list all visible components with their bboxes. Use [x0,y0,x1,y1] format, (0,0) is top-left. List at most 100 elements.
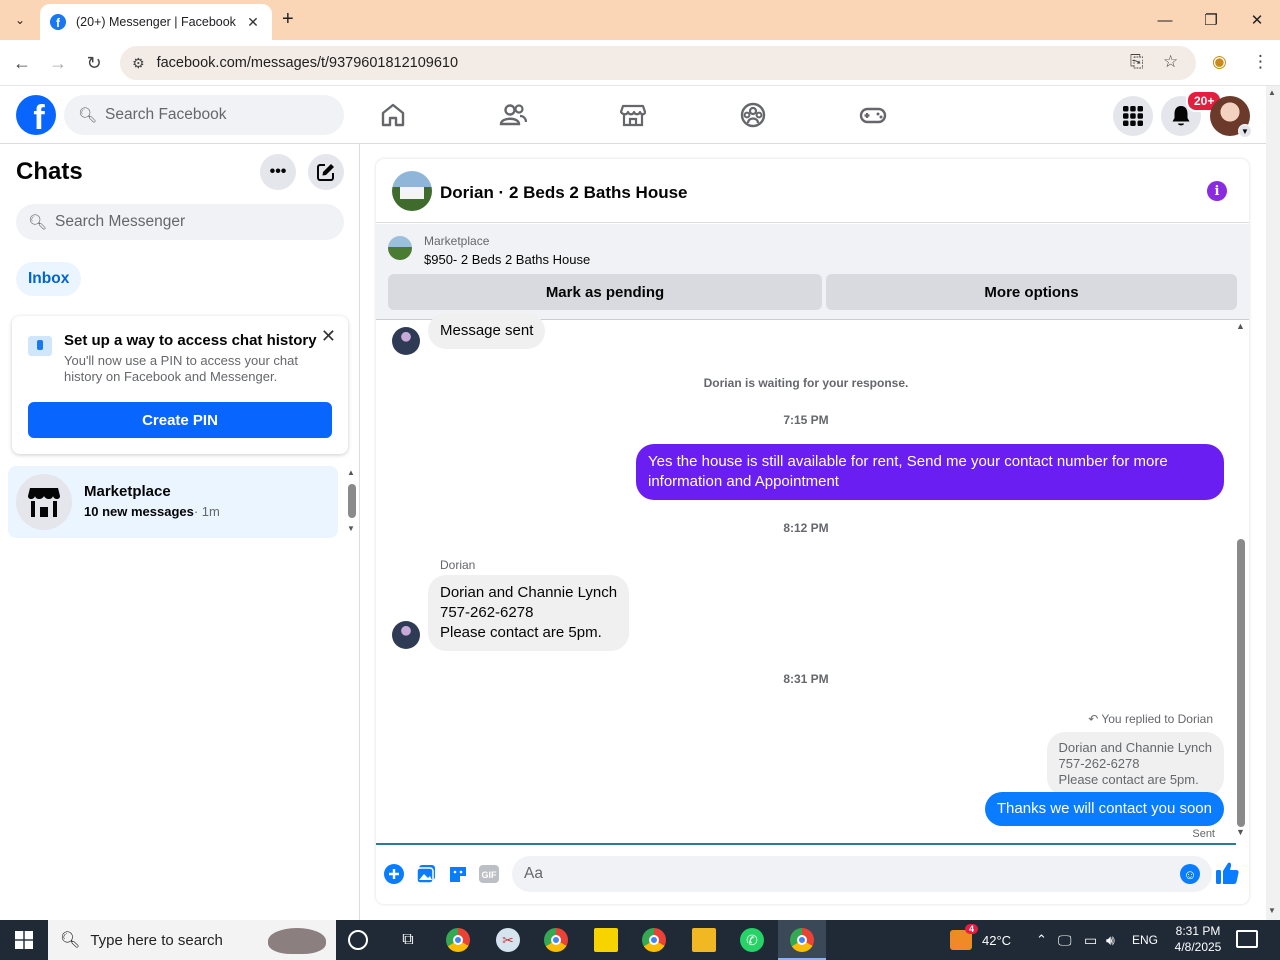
task-view-icon[interactable]: ⧉ [396,928,420,952]
more-actions-plus-icon[interactable] [383,863,405,885]
browser-tab-messenger[interactable]: f (20+) Messenger | Facebook ✕ [40,4,272,40]
facebook-top-nav: f 🔍︎ Search Facebook 20+ ▼ [0,86,1266,144]
network-icon[interactable]: 🖵︎ [1058,920,1072,960]
browser-menu-icon[interactable]: ⋮ [1252,52,1269,72]
chrome-profile-icon[interactable] [544,928,568,952]
new-message-button[interactable] [308,154,344,190]
thumbs-up-icon[interactable] [1214,860,1240,886]
scroll-up-arrow-icon[interactable]: ▲ [347,468,355,477]
taskbar-active-app[interactable] [778,920,826,960]
gif-icon[interactable]: GIF [478,863,500,885]
whatsapp-icon[interactable]: ✆ [740,928,764,952]
sticky-notes-icon[interactable] [594,928,618,952]
site-settings-icon[interactable]: ⚙ [132,55,145,72]
reload-icon[interactable]: ↻ [80,50,108,76]
home-icon[interactable] [378,100,408,130]
scroll-up-arrow-icon[interactable]: ▲ [1236,321,1245,331]
pin-lock-icon [28,336,52,356]
taskbar-clock[interactable]: 8:31 PM 4/8/2025 [1162,923,1234,955]
search-icon: 🔍︎ [60,932,81,949]
language-indicator[interactable]: ENG [1132,920,1158,960]
quoted-line: 757-262-6278 [1058,756,1140,771]
sticker-icon[interactable] [447,863,469,885]
file-explorer-icon[interactable] [692,928,716,952]
account-avatar[interactable]: ▼ [1210,96,1252,138]
notification-center-icon[interactable] [1236,930,1258,948]
new-tab-plus-icon[interactable]: + [282,9,294,29]
dorian-avatar[interactable] [392,327,420,355]
battery-icon[interactable]: ▭ [1084,920,1097,960]
message-line: Please contact are 5pm. [440,624,602,641]
scroll-down-arrow-icon[interactable]: ▼ [1236,827,1245,837]
page-scrollbar[interactable]: ▲ ▼ [1266,86,1280,920]
close-window-icon[interactable]: ✕ [1234,0,1280,40]
quoted-message[interactable]: Dorian and Channie Lynch 757-262-6278 Pl… [1046,732,1224,796]
info-icon[interactable]: i [1207,181,1227,201]
chat-history-pin-card: Set up a way to access chat history You'… [12,316,348,454]
minimize-icon[interactable]: — [1142,0,1188,40]
chat-list-item-marketplace[interactable]: Marketplace 10 new messages· 1m [8,466,338,538]
close-icon[interactable]: ✕ [321,326,336,347]
scroll-thumb[interactable] [1237,539,1245,827]
listing-thumbnail[interactable] [388,236,412,260]
message-bubble-in[interactable]: Message sent [428,313,546,349]
show-hidden-icons-chevron-icon[interactable]: ⌃ [1036,920,1047,960]
restore-window-icon[interactable]: ❐ [1188,0,1234,40]
reply-indicator-text: You replied to Dorian [1101,712,1213,726]
omnibox[interactable]: ⚙ facebook.com/messages/t/93796018121096… [120,46,1196,80]
taskbar-search[interactable]: 🔍︎ Type here to search [48,920,336,960]
search-highlight-hippo-icon [268,928,326,954]
listing-price-title[interactable]: $950- 2 Beds 2 Baths House [424,252,590,267]
facebook-search[interactable]: 🔍︎ [64,95,344,135]
message-input[interactable] [524,865,1164,883]
chats-options-button[interactable]: ••• [260,154,296,190]
start-button[interactable] [0,920,48,960]
conversation-title[interactable]: Dorian · 2 Beds 2 Baths House [440,183,688,203]
listing-avatar[interactable] [392,171,432,211]
message-bubble-out[interactable]: Yes the house is still available for ren… [636,444,1224,500]
groups-icon[interactable] [738,100,768,130]
marketplace-icon[interactable] [618,100,648,130]
chrome-profile-icon[interactable] [642,928,666,952]
tab-close-icon[interactable]: ✕ [244,14,262,31]
mark-as-pending-button[interactable]: Mark as pending [388,274,822,310]
gaming-icon[interactable] [858,100,888,130]
profile-icon[interactable]: ◉ [1212,52,1227,72]
scroll-down-arrow-icon[interactable]: ▼ [347,524,355,533]
volume-icon[interactable]: 🔊︎ [1106,920,1115,960]
menu-grid-button[interactable] [1113,96,1153,136]
scroll-thumb[interactable] [348,484,356,518]
emoji-icon[interactable]: ☺ [1180,864,1200,884]
chrome-icon[interactable] [446,928,470,952]
chats-sidebar: Chats ••• 🔍︎ Inbox Set up a way to acces… [0,144,360,920]
thread-scrollbar[interactable]: ▲ ▼ [1234,321,1248,843]
tab-inbox[interactable]: Inbox [16,262,82,296]
forward-arrow-icon[interactable]: → [44,50,72,76]
clock-date: 4/8/2025 [1174,940,1222,954]
clock-time: 8:31 PM [1175,924,1221,938]
message-bubble-out[interactable]: Thanks we will contact you soon [984,792,1224,826]
dorian-avatar[interactable] [392,621,420,649]
message-input-field[interactable]: ☺ [512,856,1212,892]
scroll-down-arrow-icon[interactable]: ▼ [1268,906,1276,915]
install-app-icon[interactable]: ⎘ [1130,52,1144,72]
attach-photo-icon[interactable] [415,863,437,885]
scroll-up-arrow-icon[interactable]: ▲ [1268,88,1276,97]
snipping-tool-icon[interactable]: ✂ [496,928,520,952]
cortana-icon[interactable] [348,930,368,950]
weather-widget[interactable]: 4 42°C [950,920,1011,960]
more-options-button[interactable]: More options [826,274,1237,310]
facebook-logo-icon[interactable]: f [16,95,56,135]
friends-icon[interactable] [498,100,528,130]
facebook-search-input[interactable] [105,106,326,124]
create-pin-button[interactable]: Create PIN [28,402,332,438]
chat-list-scrollbar[interactable]: ▲ ▼ [346,468,358,534]
message-bubble-in[interactable]: Dorian and Channie Lynch 757-262-6278 Pl… [428,575,630,651]
messenger-search[interactable]: 🔍︎ [16,204,344,240]
url-text[interactable]: facebook.com/messages/t/9379601812109610 [157,55,459,71]
bookmark-star-icon[interactable]: ☆ [1163,52,1178,72]
chat-item-snippet: 10 new messages· 1m [84,504,220,519]
back-arrow-icon[interactable]: ← [8,50,36,76]
messenger-search-input[interactable] [55,213,276,231]
tab-search-chevron-icon[interactable]: ⌄ [6,7,34,33]
